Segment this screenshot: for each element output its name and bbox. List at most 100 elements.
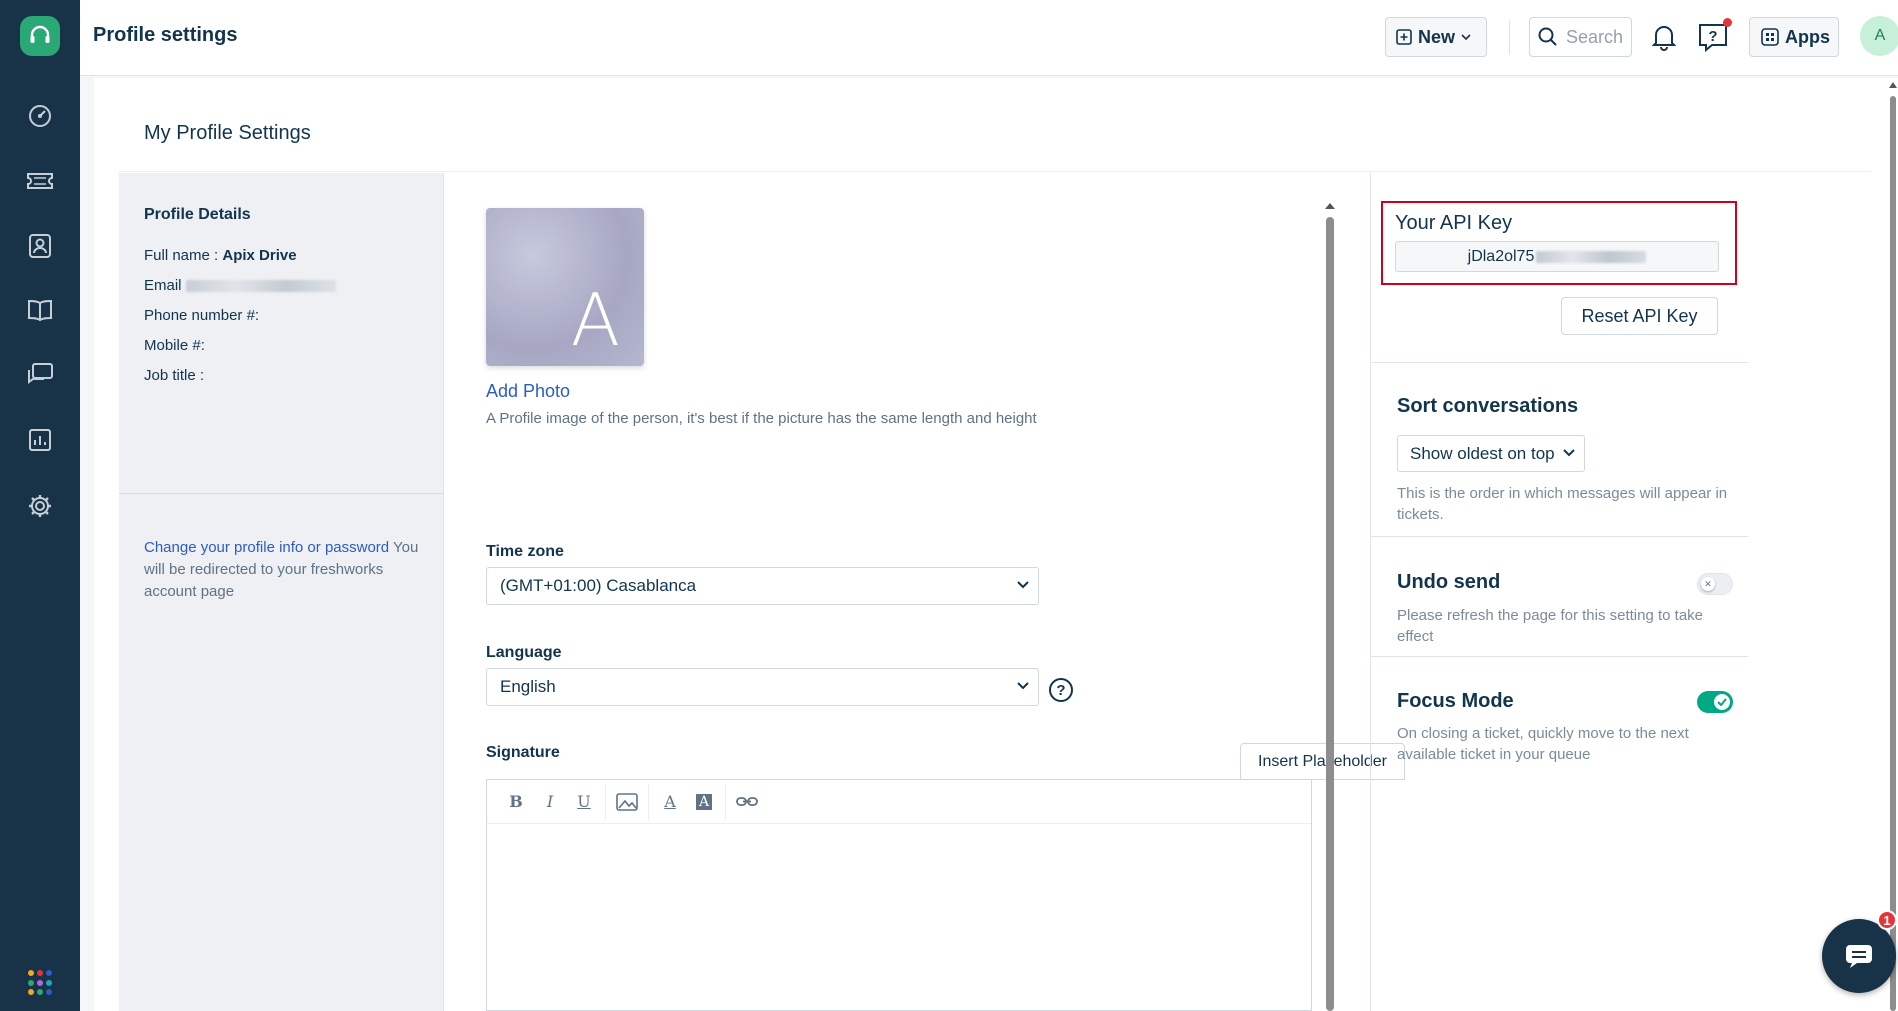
focus-mode-description: On closing a ticket, quickly move to the… bbox=[1397, 725, 1689, 763]
job-title-label: Job title : bbox=[144, 367, 205, 384]
insert-link-icon[interactable] bbox=[730, 788, 764, 816]
editor-toolbar: B I U A A bbox=[487, 780, 1311, 824]
font-color-button[interactable]: A bbox=[653, 788, 687, 816]
sort-conversations-value: Show oldest on top bbox=[1410, 443, 1555, 463]
new-button-label: New bbox=[1418, 26, 1456, 47]
main-content: My Profile Settings Profile Details Full… bbox=[94, 78, 1898, 1011]
chevron-down-icon bbox=[1017, 581, 1029, 589]
forums-icon[interactable] bbox=[24, 359, 56, 391]
timezone-value: (GMT+01:00) Casablanca bbox=[500, 576, 697, 595]
user-avatar[interactable]: A bbox=[1860, 16, 1898, 56]
focus-mode-toggle[interactable] bbox=[1697, 691, 1733, 713]
change-profile-note: Change your profile info or password You… bbox=[144, 537, 429, 603]
help-notification-dot bbox=[1723, 18, 1732, 27]
search-placeholder: Search bbox=[1566, 26, 1624, 47]
page-scrollbar[interactable] bbox=[1888, 78, 1898, 1011]
title-divider bbox=[119, 171, 1871, 172]
undo-send-description: Please refresh the page for this setting… bbox=[1397, 607, 1704, 645]
chat-unread-badge: 1 bbox=[1877, 910, 1897, 930]
underline-button[interactable]: U bbox=[567, 788, 601, 816]
email-row: Email bbox=[144, 277, 336, 294]
phone-label: Phone number #: bbox=[144, 307, 260, 324]
mobile-label: Mobile #: bbox=[144, 337, 205, 354]
search-button[interactable]: Search bbox=[1529, 17, 1632, 57]
scroll-up-arrow[interactable] bbox=[1325, 203, 1335, 209]
undo-send-toggle[interactable]: ✕ bbox=[1697, 573, 1733, 595]
email-label: Email bbox=[144, 277, 182, 294]
focus-mode-title: Focus Mode bbox=[1397, 690, 1514, 712]
left-sidebar bbox=[0, 0, 80, 1011]
checkmark-icon bbox=[1714, 694, 1730, 710]
left-panel-divider bbox=[119, 493, 444, 494]
profile-photo[interactable]: A bbox=[486, 208, 644, 366]
signature-editor[interactable]: B I U A A bbox=[486, 779, 1312, 1011]
add-photo-link[interactable]: Add Photo bbox=[486, 381, 570, 402]
chevron-down-icon bbox=[1017, 682, 1029, 690]
dashboard-icon[interactable] bbox=[24, 100, 56, 132]
bold-button[interactable]: B bbox=[499, 788, 533, 816]
language-help-icon[interactable]: ? bbox=[1049, 678, 1073, 702]
toolbar-separator bbox=[725, 783, 726, 820]
plus-square-icon bbox=[1396, 29, 1412, 45]
background-color-button[interactable]: A bbox=[687, 788, 721, 816]
background-color-label: A bbox=[695, 793, 713, 810]
api-key-redacted bbox=[1536, 250, 1647, 263]
page-scroll-thumb[interactable] bbox=[1890, 96, 1896, 1011]
profile-details-heading: Profile Details bbox=[144, 206, 251, 223]
language-label: Language bbox=[486, 644, 562, 661]
freshdesk-logo-icon[interactable] bbox=[20, 16, 60, 56]
change-profile-link[interactable]: Change your profile info or password bbox=[144, 539, 389, 556]
email-value-redacted bbox=[185, 280, 336, 293]
timezone-select[interactable]: (GMT+01:00) Casablanca bbox=[486, 567, 1039, 605]
reset-api-key-button[interactable]: Reset API Key bbox=[1561, 297, 1718, 335]
profile-details-panel: Profile Details Full name : Apix Drive E… bbox=[119, 173, 444, 1011]
toolbar-separator bbox=[605, 783, 606, 820]
tickets-icon[interactable] bbox=[24, 165, 56, 197]
chevron-down-icon bbox=[1563, 449, 1575, 457]
section-title: My Profile Settings bbox=[144, 122, 311, 144]
insert-image-icon[interactable] bbox=[610, 788, 644, 816]
chat-widget-button[interactable] bbox=[1822, 919, 1896, 993]
settings-divider bbox=[1371, 656, 1748, 657]
page-title: Profile settings bbox=[93, 24, 238, 46]
sort-conversations-title: Sort conversations bbox=[1397, 395, 1579, 417]
api-key-label: Your API Key bbox=[1395, 212, 1513, 234]
chat-icon bbox=[1846, 945, 1872, 968]
sort-conversations-description: This is the order in which messages will… bbox=[1397, 485, 1728, 523]
language-select[interactable]: English bbox=[486, 668, 1039, 706]
profile-form: A Add Photo A Profile image of the perso… bbox=[445, 173, 1405, 1011]
search-icon bbox=[1538, 27, 1557, 46]
full-name-value: Apix Drive bbox=[222, 247, 297, 264]
sort-conversations-select[interactable]: Show oldest on top bbox=[1397, 435, 1585, 472]
settings-divider bbox=[1371, 536, 1748, 537]
full-name-row: Full name : Apix Drive bbox=[144, 247, 297, 264]
api-key-value: jDla2ol75 bbox=[1467, 247, 1535, 265]
page-scroll-up-arrow[interactable] bbox=[1889, 82, 1897, 88]
apps-button[interactable]: Apps bbox=[1749, 17, 1839, 57]
photo-hint: A Profile image of the person, it's best… bbox=[486, 410, 1037, 427]
header-divider bbox=[1509, 20, 1510, 54]
settings-divider bbox=[1371, 362, 1748, 363]
app-switcher-icon[interactable] bbox=[28, 970, 54, 996]
reports-icon[interactable] bbox=[24, 424, 56, 456]
api-key-field[interactable]: jDla2ol75 bbox=[1395, 241, 1719, 272]
chevron-down-icon bbox=[1461, 34, 1471, 41]
svg-text:?: ? bbox=[1708, 28, 1717, 45]
form-scrollbar[interactable] bbox=[1325, 203, 1335, 1011]
top-header: Profile settings New Search ? Apps A bbox=[80, 0, 1898, 76]
full-name-label: Full name : bbox=[144, 247, 219, 264]
admin-gear-icon[interactable] bbox=[24, 490, 56, 522]
profile-photo-initial: A bbox=[570, 278, 620, 362]
toolbar-separator bbox=[648, 783, 649, 820]
form-scroll-thumb[interactable] bbox=[1326, 217, 1334, 1011]
api-key-box: Your API Key jDla2ol75 bbox=[1381, 201, 1737, 285]
notifications-bell-icon[interactable] bbox=[1649, 22, 1679, 52]
new-button[interactable]: New bbox=[1385, 17, 1487, 57]
knowledge-base-icon[interactable] bbox=[24, 294, 56, 326]
undo-send-title: Undo send bbox=[1397, 571, 1501, 593]
language-value: English bbox=[500, 677, 556, 696]
italic-button[interactable]: I bbox=[533, 788, 567, 816]
signature-label: Signature bbox=[486, 744, 560, 761]
apps-icon bbox=[1761, 28, 1779, 46]
contacts-icon[interactable] bbox=[24, 230, 56, 262]
